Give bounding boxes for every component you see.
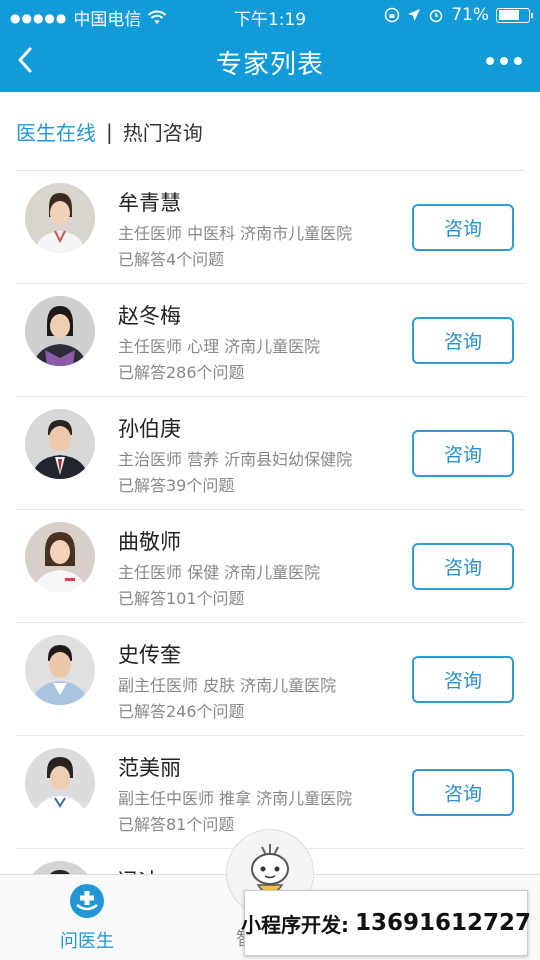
doctor-answered-count: 已解答246个问题 [118,702,245,721]
tab-ask-doctor[interactable]: 问医生 [60,883,114,953]
status-bar: ●●●●● 中国电信 下午1:19 71% [0,0,540,30]
status-right-group: 71% [384,5,533,25]
doctor-meta: 主任医师 心理 济南儿童医院 [118,337,321,356]
tab-hot-consult[interactable]: 热门咨询 [123,117,203,146]
consult-button[interactable]: 咨询 [412,656,514,703]
doctor-answered-count: 已解答101个问题 [118,589,245,608]
doctor-meta: 副主任中医师 推拿 济南儿童医院 [118,789,353,808]
doctor-meta: 主任医师 中医科 济南市儿童医院 [118,224,353,243]
doctor-row[interactable]: 牟青慧 主任医师 中医科 济南市儿童医院 已解答4个问题 咨询 [16,171,524,284]
ask-doctor-icon [70,884,104,918]
tab-ask-doctor-label: 问医生 [60,931,114,952]
doctor-name: 史传奎 [118,643,181,667]
watermark-label: 小程序开发: [240,912,349,937]
doctor-avatar [25,522,95,592]
battery-percent: 71% [451,5,489,25]
nav-bar: 专家列表 [0,30,540,92]
tab-separator: | [106,119,113,144]
doctor-meta: 主治医师 营养 沂南县妇幼保健院 [118,450,353,469]
doctor-name: 牟青慧 [118,191,181,215]
doctor-avatar [25,183,95,253]
more-menu-icon[interactable] [486,57,522,65]
doctor-list: 牟青慧 主任医师 中医科 济南市儿童医院 已解答4个问题 咨询 赵冬梅 主任医师… [16,170,524,889]
doctor-avatar [25,296,95,366]
doctor-meta: 副主任医师 皮肤 济南儿童医院 [118,676,337,695]
doctor-name: 赵冬梅 [118,304,181,328]
rotation-lock-icon [384,7,400,23]
doctor-avatar [25,635,95,705]
doctor-answered-count: 已解答286个问题 [118,363,245,382]
consult-button[interactable]: 咨询 [412,543,514,590]
alarm-icon [429,9,443,23]
doctor-answered-count: 已解答81个问题 [118,815,235,834]
watermark-banner: 小程序开发: 13691612727 [240,890,532,956]
watermark-phone: 13691612727 [354,910,532,936]
doctor-answered-count: 已解答39个问题 [118,476,235,495]
doctor-name: 范美丽 [118,756,181,780]
consult-button[interactable]: 咨询 [412,430,514,477]
consult-button[interactable]: 咨询 [412,204,514,251]
tab-doctors-online[interactable]: 医生在线 [16,117,96,146]
doctor-answered-count: 已解答4个问题 [118,250,225,269]
page-title: 专家列表 [215,50,324,80]
doctor-row[interactable]: 史传奎 副主任医师 皮肤 济南儿童医院 已解答246个问题 咨询 [16,623,524,736]
battery-icon [496,7,533,23]
consult-button[interactable]: 咨询 [412,769,514,816]
doctor-avatar [25,409,95,479]
doctor-meta: 主任医师 保健 济南儿童医院 [118,563,321,582]
doctor-name: 孙伯庚 [118,417,181,441]
doctor-row[interactable]: 孙伯庚 主治医师 营养 沂南县妇幼保健院 已解答39个问题 咨询 [16,397,524,510]
filter-tabs: 医生在线 | 热门咨询 [16,117,203,146]
doctor-row[interactable]: 曲敬师 主任医师 保健 济南儿童医院 已解答101个问题 咨询 [16,510,524,623]
location-arrow-icon [408,9,421,21]
doctor-avatar [25,748,95,818]
doctor-row[interactable]: 赵冬梅 主任医师 心理 济南儿童医院 已解答286个问题 咨询 [16,284,524,397]
doctor-name: 曲敬师 [118,530,181,554]
battery-level-fill [498,10,520,20]
consult-button[interactable]: 咨询 [412,317,514,364]
